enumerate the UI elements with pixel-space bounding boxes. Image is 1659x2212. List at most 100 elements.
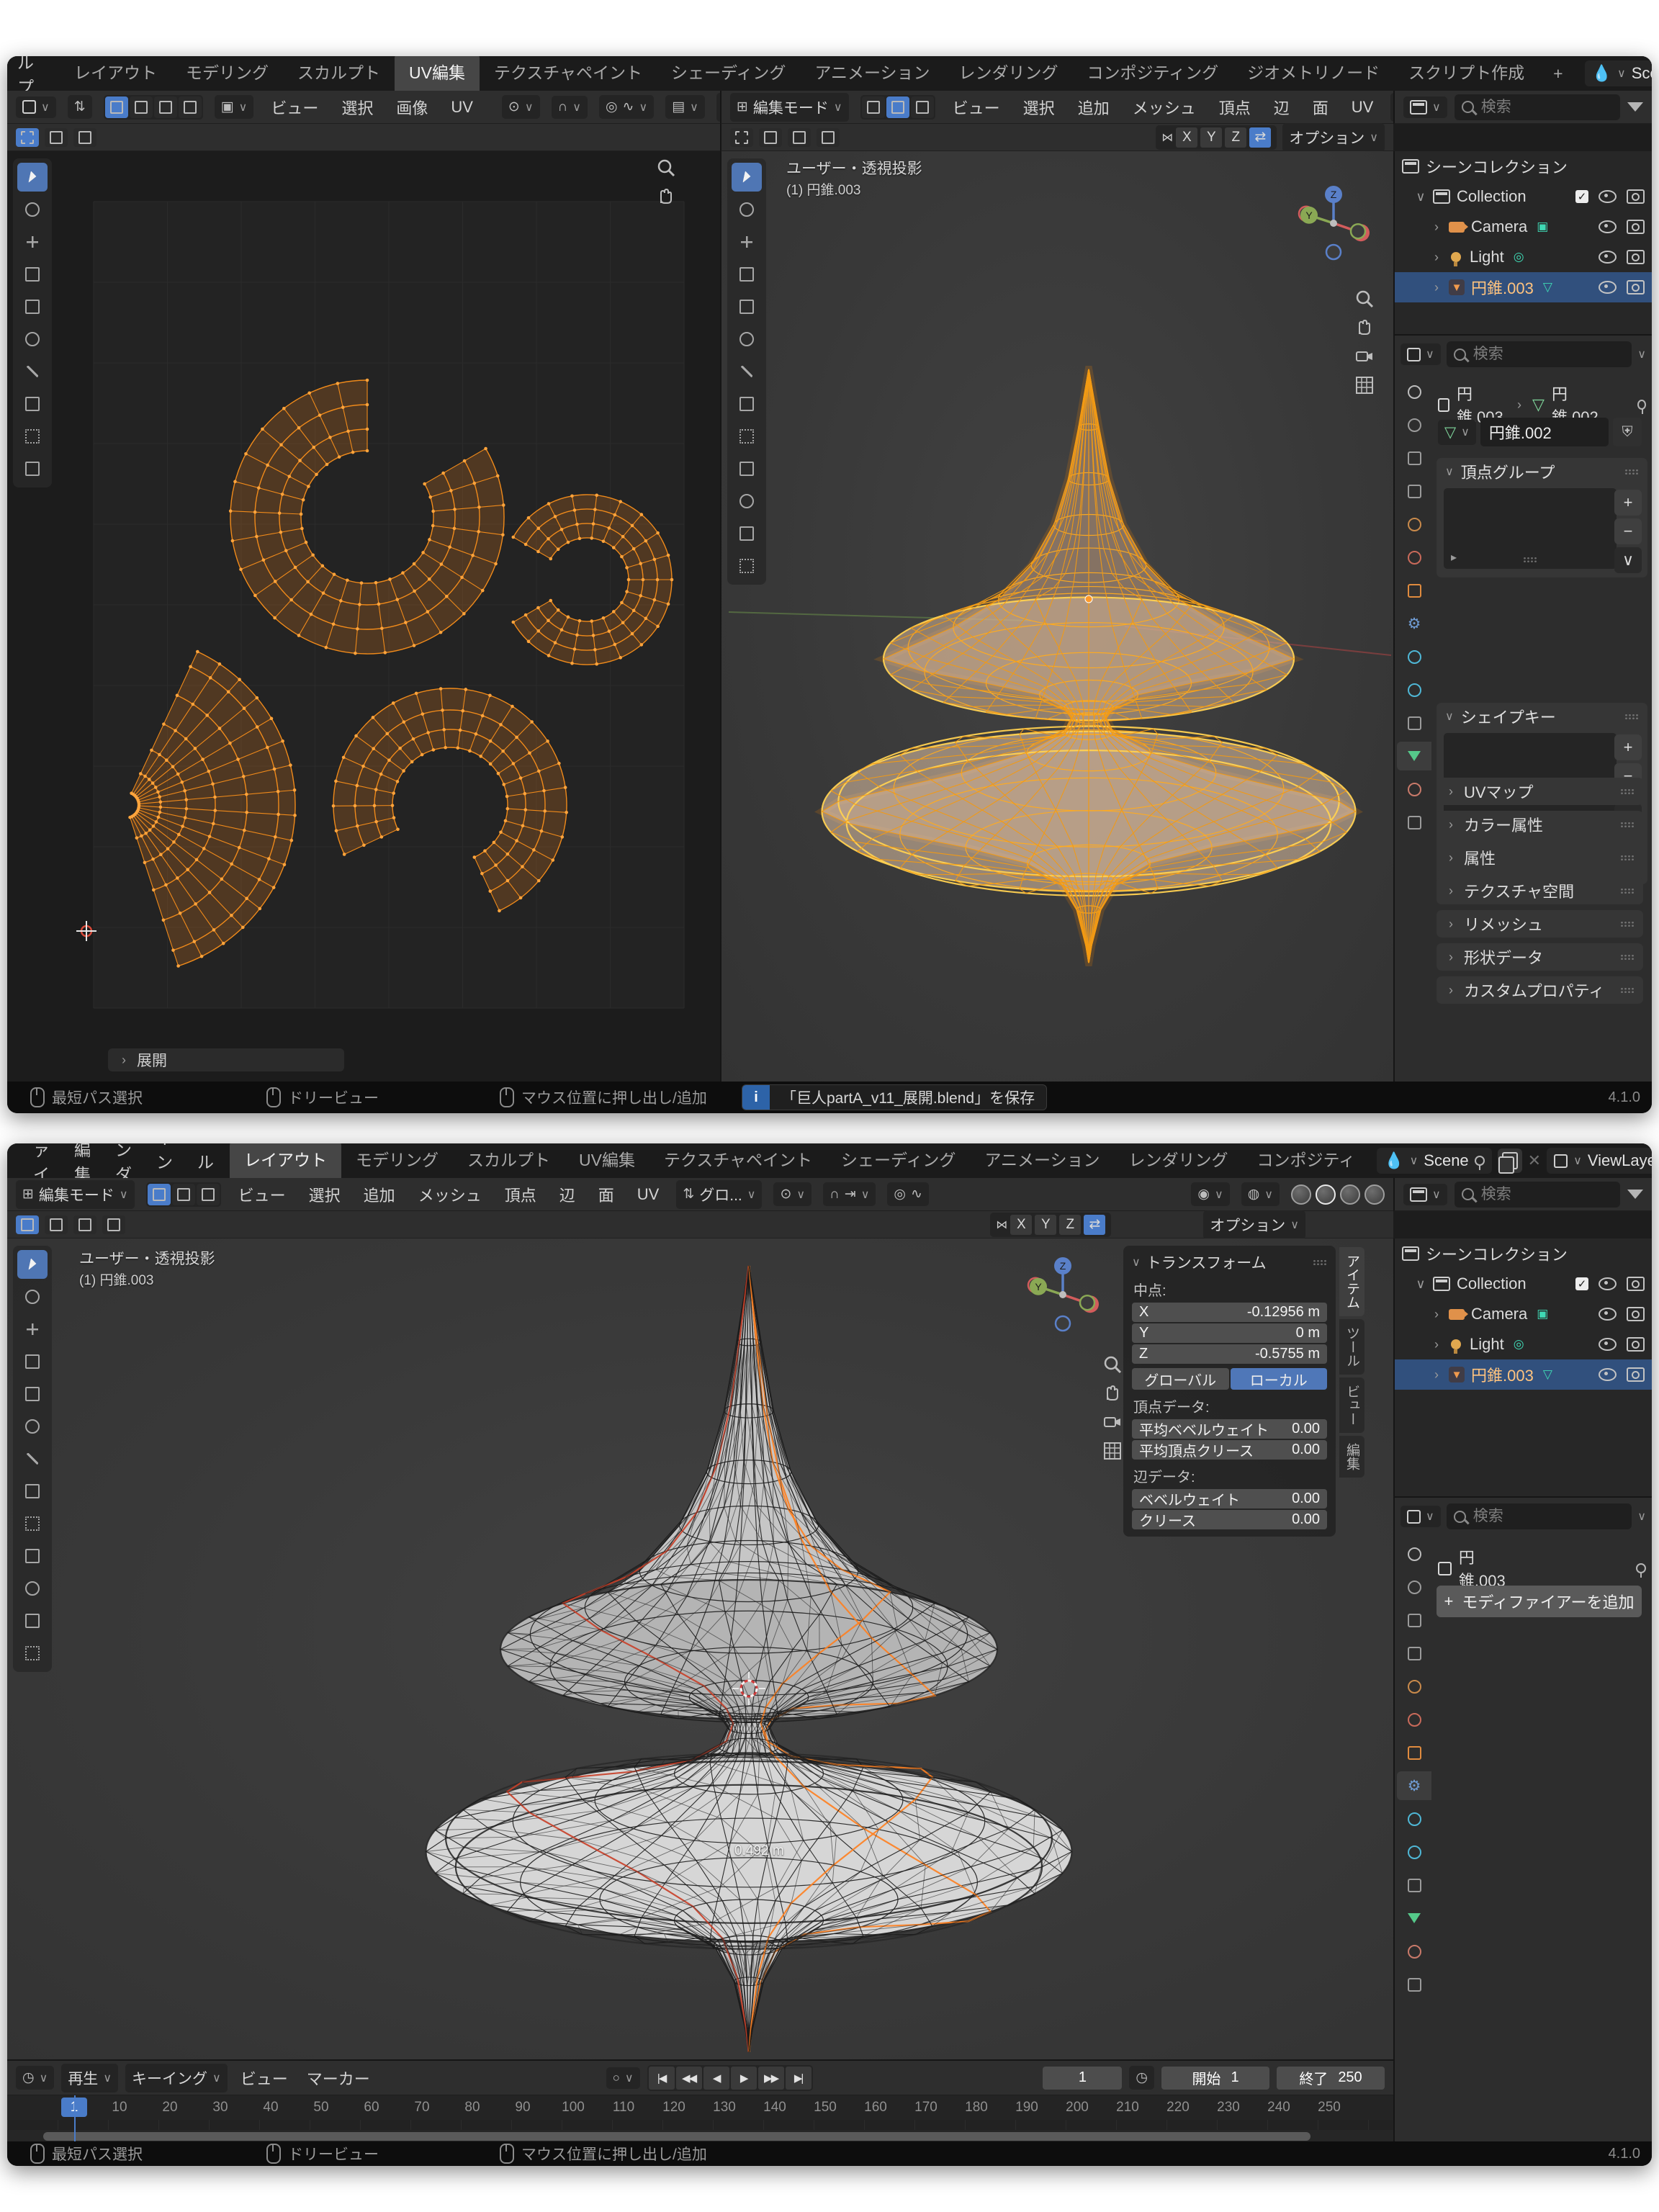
breadcrumb-object[interactable]: 円錐.003	[1459, 1545, 1521, 1591]
menu-uv[interactable]: UV	[445, 96, 479, 118]
workspace-tab-モデリング[interactable]: モデリング	[341, 1143, 453, 1178]
workspace-tab-スクリプト作成[interactable]: スクリプト作成	[1394, 56, 1539, 91]
menu-add[interactable]: 追加	[1072, 94, 1115, 120]
workspace-tab-ジオメトリノード[interactable]: ジオメトリノード	[1233, 56, 1394, 91]
properties-search[interactable]	[1447, 341, 1632, 367]
timeline-editor-type-button[interactable]: ◷∨	[16, 2066, 54, 2090]
viewlayer-selector[interactable]: ∨ ViewLayer	[1547, 1148, 1652, 1174]
tool-button-7[interactable]	[17, 390, 48, 418]
menu-mesh[interactable]: メッシュ	[1127, 94, 1202, 120]
disable-render-icon[interactable]	[1627, 1367, 1645, 1382]
properties-tab-0[interactable]	[1397, 377, 1431, 406]
menu-uv[interactable]: UV	[1346, 96, 1380, 118]
uv-sticky-select-button[interactable]: ▣∨	[215, 95, 254, 119]
workspace-tab-レンダリング[interactable]: レンダリング	[1115, 1143, 1243, 1178]
tool-button-12[interactable]	[17, 1639, 48, 1668]
panel-カスタムプロパティ[interactable]: ›カスタムプロパティ	[1437, 976, 1643, 1004]
workspace-tab-テクスチャペイント[interactable]: テクスチャペイント	[649, 1143, 827, 1178]
crease-field[interactable]: クリース0.00	[1132, 1510, 1327, 1529]
workspace-tab-アニメーション[interactable]: アニメーション	[800, 56, 944, 91]
properties-tab-4[interactable]	[1397, 510, 1431, 539]
shading-rendered-icon[interactable]	[1364, 1184, 1385, 1205]
hand-icon[interactable]	[655, 186, 677, 207]
drag-grip-icon[interactable]	[1624, 714, 1639, 720]
properties-tab-3[interactable]	[1397, 477, 1431, 505]
mirror-x-button[interactable]: X	[1176, 127, 1197, 148]
sidebar-tab-ツール[interactable]: ツール	[1339, 1319, 1364, 1375]
shading-solid-icon[interactable]	[1316, 1184, 1336, 1205]
uv-overlay-toggle-2[interactable]	[45, 128, 68, 147]
properties-options-icon[interactable]: ∨	[1637, 1509, 1646, 1524]
scrollbar-thumb[interactable]	[43, 2132, 1310, 2141]
properties-tab-9[interactable]	[1397, 675, 1431, 704]
filter-icon[interactable]	[1627, 1190, 1643, 1199]
properties-tab-11[interactable]	[1397, 742, 1431, 770]
pin-icon[interactable]	[1636, 1563, 1646, 1573]
outliner-search[interactable]	[1455, 1182, 1620, 1208]
tool-button-2[interactable]	[17, 228, 48, 256]
workspace-tab-コンポジティング[interactable]: コンポジティング	[1073, 56, 1233, 91]
tool-button-1[interactable]	[732, 195, 762, 224]
menu-image[interactable]: 画像	[390, 94, 433, 120]
tool-button-5[interactable]	[17, 325, 48, 354]
disable-render-icon[interactable]	[1627, 189, 1645, 204]
copy-toggle-2[interactable]	[45, 1215, 68, 1234]
timeline-marker-menu[interactable]: マーカー	[301, 2065, 376, 2091]
copy-toggle-4[interactable]	[102, 1215, 125, 1234]
expand-icon[interactable]: ›	[1431, 280, 1442, 295]
bevel-weight-field[interactable]: ベベルウェイト0.00	[1132, 1489, 1327, 1509]
properties-tab-4[interactable]	[1397, 1672, 1431, 1701]
copy-toggle-4[interactable]	[817, 128, 840, 147]
panel-UVマップ[interactable]: ›UVマップ	[1437, 778, 1643, 805]
shape-keys-header[interactable]: ∨シェイプキー	[1437, 703, 1647, 730]
snap-toggle[interactable]: ⇄	[1249, 127, 1271, 148]
properties-tab-0[interactable]	[1397, 1539, 1431, 1568]
timeline-view-menu[interactable]: ビュー	[235, 2065, 294, 2091]
menu-add[interactable]: 追加	[358, 1182, 401, 1208]
uv-editor-canvas[interactable]: ›展開	[7, 151, 720, 1082]
menu-face[interactable]: 面	[1307, 94, 1334, 120]
zoom-icon[interactable]	[1354, 288, 1375, 310]
global-button[interactable]: グローバル	[1132, 1368, 1229, 1390]
uv-select-vertex[interactable]	[105, 96, 128, 118]
tool-button-7[interactable]	[17, 1477, 48, 1506]
expand-icon[interactable]: ∨	[1415, 1277, 1426, 1292]
vertex-groups-header[interactable]: ∨頂点グループ	[1437, 458, 1647, 485]
properties-tab-12[interactable]	[1397, 1937, 1431, 1966]
filter-icon[interactable]	[1627, 102, 1643, 112]
properties-tab-5[interactable]	[1397, 543, 1431, 572]
outliner-object-cone003[interactable]: ›▼円錐.003▽	[1395, 1359, 1652, 1390]
zoom-icon[interactable]	[655, 157, 677, 179]
pin-icon[interactable]	[1475, 1156, 1485, 1166]
proportional-editing-button[interactable]: ◎∿	[887, 1182, 929, 1206]
outliner-search-input[interactable]	[1480, 1185, 1613, 1204]
properties-search-input[interactable]	[1472, 345, 1625, 364]
properties-tab-6[interactable]	[1397, 576, 1431, 605]
copy-toggle-2[interactable]	[759, 128, 782, 147]
disable-render-icon[interactable]	[1627, 1307, 1645, 1321]
expand-icon[interactable]: ›	[1431, 1307, 1442, 1322]
menu-view[interactable]: ビュー	[265, 94, 324, 120]
uv-overlay-toggle-1[interactable]	[16, 128, 39, 147]
disable-render-icon[interactable]	[1627, 280, 1645, 295]
fake-user-shield-button[interactable]: ⛨	[1613, 418, 1642, 446]
outliner-editor-type-button[interactable]: ∨	[1403, 96, 1447, 118]
uv-select-island[interactable]	[179, 96, 202, 118]
tool-button-7[interactable]	[732, 390, 762, 418]
select-mode-vertex[interactable]	[148, 1184, 171, 1205]
properties-tab-2[interactable]	[1397, 444, 1431, 472]
playback-menu[interactable]: 再生∨	[61, 2064, 118, 2092]
properties-search-input[interactable]	[1472, 1507, 1625, 1526]
properties-tab-1[interactable]	[1397, 1573, 1431, 1601]
viewport-3d[interactable]: ユーザー・透視投影 (1) 円錐.003 XYZ	[720, 151, 1395, 1082]
copy-toggle-1[interactable]	[16, 1215, 39, 1234]
expand-icon[interactable]: ›	[1431, 250, 1442, 265]
pin-icon[interactable]	[1637, 400, 1646, 410]
grid-icon[interactable]	[1102, 1440, 1123, 1462]
sidebar-tab-アイテム[interactable]: アイテム	[1339, 1247, 1364, 1316]
menu-vertex[interactable]: 頂点	[1213, 94, 1256, 120]
current-frame-field[interactable]: 1	[1043, 2067, 1122, 2090]
transform-panel-header[interactable]: ∨トランスフォーム	[1132, 1251, 1327, 1273]
properties-tab-2[interactable]	[1397, 1606, 1431, 1635]
outliner-scene-collection[interactable]: シーンコレクション	[1395, 151, 1652, 181]
